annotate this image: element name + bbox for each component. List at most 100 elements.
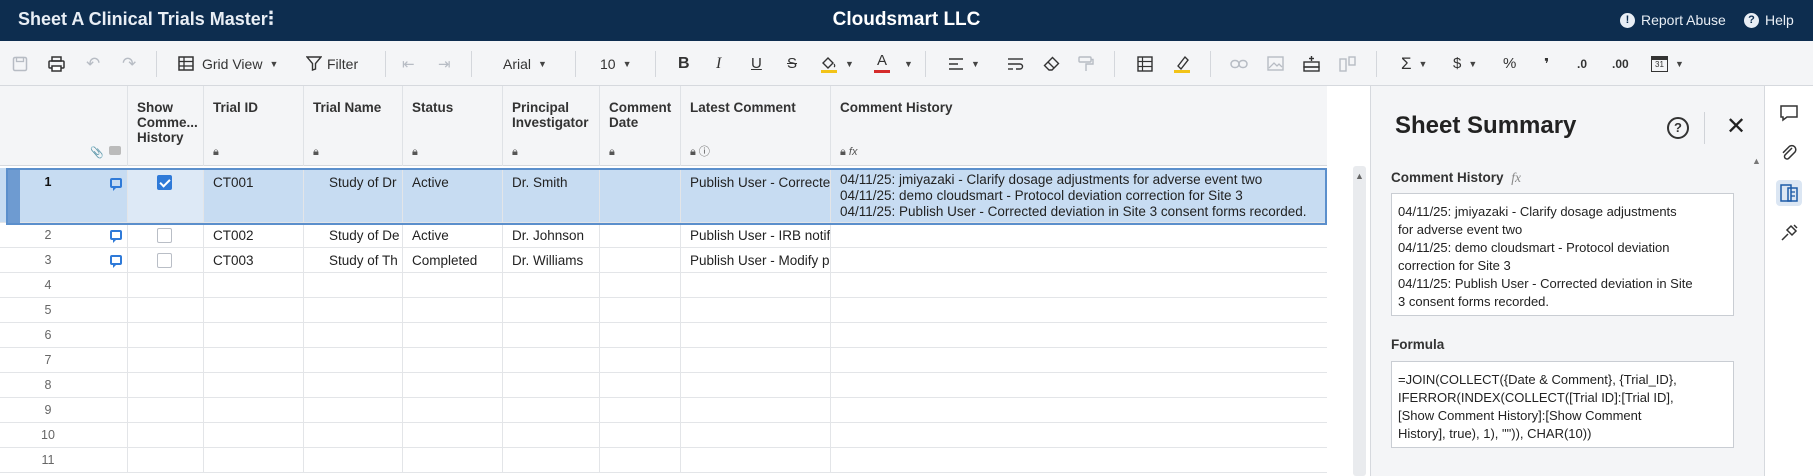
empty-cell[interactable] <box>203 448 303 472</box>
column-header-trial-name[interactable]: Trial Name 🔒︎ <box>303 86 402 166</box>
row-number[interactable]: 3 <box>0 248 96 272</box>
trial-name-cell[interactable]: Study of De <box>303 223 402 247</box>
outdent-icon[interactable]: ⇤ <box>402 41 415 86</box>
undo-icon[interactable]: ↶ <box>86 41 100 86</box>
comment-date-cell[interactable] <box>599 248 680 272</box>
empty-cell[interactable] <box>127 348 203 372</box>
table-row[interactable]: 10 <box>0 423 1327 448</box>
empty-cell[interactable] <box>127 448 203 472</box>
latest-comment-cell[interactable]: Publish User - Correcte <box>680 168 830 222</box>
show-history-cell[interactable] <box>127 223 203 247</box>
empty-cell[interactable] <box>203 323 303 347</box>
column-header-comment-history[interactable]: Comment History 🔒︎ fx <box>830 86 1327 166</box>
column-icon[interactable] <box>1339 41 1356 86</box>
empty-cell[interactable] <box>303 348 402 372</box>
empty-cell[interactable] <box>203 423 303 447</box>
fill-color-button[interactable]: ▼ <box>820 41 854 86</box>
empty-cell[interactable] <box>402 323 502 347</box>
table-row[interactable]: 4 <box>0 273 1327 298</box>
grid-view-dropdown[interactable]: Grid View ▼ <box>178 41 278 86</box>
empty-cell[interactable] <box>127 323 203 347</box>
report-abuse-link[interactable]: ! Report Abuse <box>1620 12 1726 28</box>
status-cell[interactable]: Active <box>402 223 502 247</box>
empty-cell[interactable] <box>402 448 502 472</box>
empty-cell[interactable] <box>303 273 402 297</box>
empty-cell[interactable] <box>599 423 680 447</box>
table-row[interactable]: 1 CT001 Study of Dr Active Dr. Smith Pub… <box>0 168 1327 223</box>
pi-cell[interactable]: Dr. Johnson <box>502 223 599 247</box>
help-link[interactable]: ? Help <box>1744 12 1794 28</box>
show-history-checkbox[interactable] <box>157 228 172 243</box>
latest-comment-cell[interactable]: Publish User - IRB notif <box>680 223 830 247</box>
empty-cell[interactable] <box>303 398 402 422</box>
empty-cell[interactable] <box>680 448 830 472</box>
bold-button[interactable]: B <box>678 41 690 86</box>
column-header-status[interactable]: Status 🔒︎ <box>402 86 502 166</box>
empty-cell[interactable] <box>402 273 502 297</box>
panel-scroll-up-icon[interactable]: ▲ <box>1752 156 1761 166</box>
conversations-icon[interactable] <box>1776 100 1802 126</box>
empty-cell[interactable] <box>203 348 303 372</box>
empty-cell[interactable] <box>127 423 203 447</box>
empty-cell[interactable] <box>127 398 203 422</box>
underline-button[interactable]: U <box>751 41 762 86</box>
empty-cell[interactable] <box>402 373 502 397</box>
row-number[interactable]: 11 <box>0 448 96 472</box>
sheet-summary-icon[interactable] <box>1776 180 1802 206</box>
table-row[interactable]: 7 <box>0 348 1327 373</box>
empty-cell[interactable] <box>303 373 402 397</box>
empty-cell[interactable] <box>502 373 599 397</box>
close-icon[interactable]: ✕ <box>1726 112 1746 141</box>
clear-format-button[interactable] <box>1043 41 1060 86</box>
table-row[interactable]: 6 <box>0 323 1327 348</box>
empty-cell[interactable] <box>502 423 599 447</box>
show-history-checkbox[interactable] <box>157 175 172 190</box>
comment-icon[interactable] <box>110 255 122 268</box>
decrease-decimal-button[interactable]: .0 <box>1577 41 1587 86</box>
empty-cell[interactable] <box>680 423 830 447</box>
currency-dropdown[interactable]: $ ▼ <box>1453 41 1477 86</box>
strikethrough-button[interactable]: S <box>787 41 797 86</box>
save-icon[interactable] <box>12 41 28 86</box>
empty-cell[interactable] <box>830 423 1327 447</box>
comment-history-cell[interactable] <box>830 248 1327 272</box>
empty-cell[interactable] <box>599 448 680 472</box>
empty-cell[interactable] <box>203 273 303 297</box>
empty-cell[interactable] <box>830 448 1327 472</box>
trial-name-cell[interactable]: Study of Dr <box>303 168 402 222</box>
empty-cell[interactable] <box>303 423 402 447</box>
row-number[interactable]: 4 <box>0 273 96 297</box>
empty-cell[interactable] <box>402 298 502 322</box>
sum-dropdown[interactable]: Σ ▼ <box>1401 41 1427 86</box>
empty-cell[interactable] <box>303 298 402 322</box>
show-history-checkbox[interactable] <box>157 253 172 268</box>
empty-cell[interactable] <box>830 398 1327 422</box>
insert-row-icon[interactable] <box>1303 41 1320 86</box>
comment-icon[interactable] <box>110 230 122 243</box>
text-color-dropdown[interactable]: ▼ <box>897 41 913 86</box>
empty-cell[interactable] <box>680 273 830 297</box>
empty-cell[interactable] <box>502 298 599 322</box>
empty-cell[interactable] <box>680 323 830 347</box>
row-number[interactable]: 10 <box>0 423 96 447</box>
font-size-dropdown[interactable]: 10 ▼ <box>600 41 632 86</box>
empty-cell[interactable] <box>303 323 402 347</box>
formula-value[interactable]: =JOIN(COLLECT({Date & Comment}, {Trial_I… <box>1391 361 1734 448</box>
comment-history-value[interactable]: 04/11/25: jmiyazaki - Clarify dosage adj… <box>1391 193 1734 316</box>
attachments-icon[interactable] <box>1776 140 1802 166</box>
row-number[interactable]: 2 <box>0 223 96 247</box>
row-number[interactable]: 9 <box>0 398 96 422</box>
thousands-separator-button[interactable]: ❜ <box>1544 41 1549 86</box>
comment-history-cell[interactable] <box>830 223 1327 247</box>
percent-button[interactable]: % <box>1503 41 1516 86</box>
show-history-cell[interactable] <box>127 248 203 272</box>
table-row[interactable]: 3 CT003 Study of Th Completed Dr. Willia… <box>0 248 1327 273</box>
empty-cell[interactable] <box>502 448 599 472</box>
empty-cell[interactable] <box>599 273 680 297</box>
empty-cell[interactable] <box>402 423 502 447</box>
empty-cell[interactable] <box>502 323 599 347</box>
align-dropdown[interactable]: ▼ <box>948 41 980 86</box>
image-icon[interactable] <box>1267 41 1284 86</box>
italic-button[interactable]: I <box>716 41 721 86</box>
latest-comment-cell[interactable]: Publish User - Modify p <box>680 248 830 272</box>
